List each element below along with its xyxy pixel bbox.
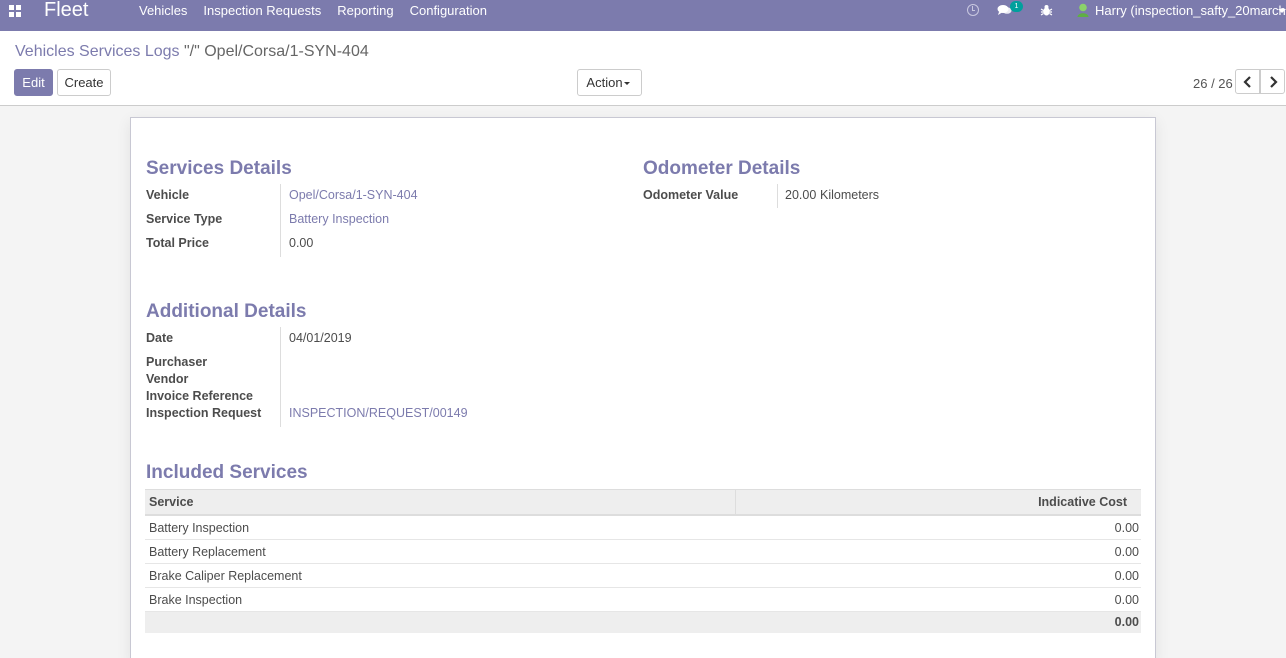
apps-grid-icon[interactable]	[9, 5, 21, 17]
pager-previous-button[interactable]	[1235, 69, 1260, 94]
chevron-down-icon[interactable]	[1278, 9, 1286, 13]
user-menu[interactable]: Harry (inspection_safty_20march)	[1095, 3, 1286, 18]
vehicle-field[interactable]: Opel/Corsa/1-SYN-404	[289, 188, 418, 202]
chevron-right-icon	[1270, 76, 1278, 88]
vendor-label: Vendor	[146, 372, 189, 386]
pager-value[interactable]: 26 / 26	[1193, 76, 1233, 91]
service-cost-cell: 0.00	[1114, 593, 1139, 607]
menu-reporting[interactable]: Reporting	[329, 3, 401, 19]
vehicle-label: Vehicle	[146, 188, 190, 202]
breadcrumb-parent-link[interactable]: Vehicles Services Logs	[15, 43, 180, 60]
column-divider	[735, 490, 736, 515]
user-avatar-icon[interactable]	[1077, 3, 1089, 17]
included-services-table: Service Indicative Cost Battery Inspecti…	[145, 489, 1141, 633]
table-row[interactable]: Brake Caliper Replacement 0.00	[145, 564, 1141, 588]
table-footer-total: 0.00	[145, 612, 1141, 633]
breadcrumb: Vehicles Services Logs "/" Opel/Corsa/1-…	[15, 43, 369, 61]
total-price-label: Total Price	[146, 236, 209, 250]
included-services-title: Included Services	[146, 462, 308, 483]
column-header-service[interactable]: Service	[149, 490, 193, 515]
date-label: Date	[146, 331, 174, 345]
service-cost-cell: 0.00	[1114, 569, 1139, 583]
services-details-title: Services Details	[146, 158, 292, 179]
additional-details-title: Additional Details	[146, 301, 307, 322]
service-cost-cell: 0.00	[1114, 521, 1139, 535]
odometer-unit: Kilometers	[820, 188, 880, 202]
menu-vehicles[interactable]: Vehicles	[131, 3, 195, 19]
edit-button[interactable]: Edit	[14, 69, 53, 96]
chat-count-badge: 1	[1010, 1, 1023, 12]
pager-next-button[interactable]	[1260, 69, 1285, 94]
create-button[interactable]: Create	[57, 69, 111, 96]
app-brand[interactable]: Fleet	[44, 0, 88, 22]
total-cost-cell: 0.00	[1114, 615, 1139, 629]
field-separator	[777, 184, 778, 208]
service-name-cell: Battery Inspection	[149, 521, 250, 535]
date-field: 04/01/2019	[289, 331, 352, 345]
table-row[interactable]: Brake Inspection 0.00	[145, 588, 1141, 612]
service-name-cell: Brake Caliper Replacement	[149, 569, 302, 583]
chevron-left-icon	[1243, 76, 1251, 88]
inspection-request-label: Inspection Request	[146, 406, 262, 420]
service-cost-cell: 0.00	[1114, 545, 1139, 559]
total-price-field: 0.00	[289, 236, 314, 250]
service-name-cell: Battery Replacement	[149, 545, 266, 559]
control-panel: Vehicles Services Logs "/" Opel/Corsa/1-…	[0, 31, 1286, 106]
invoice-reference-label: Invoice Reference	[146, 389, 253, 403]
menu-configuration[interactable]: Configuration	[402, 3, 495, 19]
table-row[interactable]: Battery Replacement 0.00	[145, 540, 1141, 564]
service-name-cell: Brake Inspection	[149, 593, 243, 607]
breadcrumb-current: "/" Opel/Corsa/1-SYN-404	[183, 43, 369, 60]
inspection-request-field[interactable]: INSPECTION/REQUEST/00149	[289, 406, 468, 420]
main-menu: Vehicles Inspection Requests Reporting C…	[131, 3, 495, 19]
activity-clock-icon[interactable]	[967, 4, 979, 16]
service-type-label: Service Type	[146, 212, 223, 226]
menu-inspection-requests[interactable]: Inspection Requests	[195, 3, 329, 19]
top-navbar: Fleet Vehicles Inspection Requests Repor…	[0, 0, 1286, 31]
odometer-value-label: Odometer Value	[643, 188, 739, 202]
field-separator	[280, 327, 281, 427]
table-header: Service Indicative Cost	[145, 489, 1141, 516]
odometer-details-title: Odometer Details	[643, 158, 801, 179]
service-type-field[interactable]: Battery Inspection	[289, 212, 389, 226]
purchaser-label: Purchaser	[146, 355, 208, 369]
table-row[interactable]: Battery Inspection 0.00	[145, 516, 1141, 540]
debug-bug-icon[interactable]	[1040, 4, 1053, 17]
column-header-indicative-cost[interactable]: Indicative Cost	[1038, 490, 1127, 515]
action-dropdown-button[interactable]: Action	[577, 69, 642, 96]
form-sheet: Services Details Vehicle Opel/Corsa/1-SY…	[130, 117, 1156, 658]
field-separator	[280, 184, 281, 257]
odometer-value-field: 20.00	[785, 188, 817, 202]
